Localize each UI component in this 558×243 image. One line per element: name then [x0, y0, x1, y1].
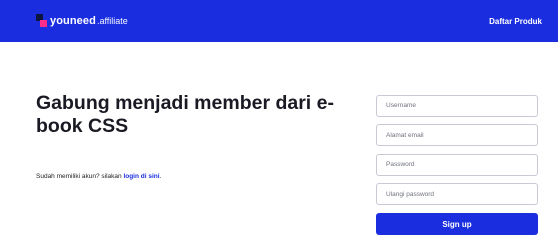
brand-suffix: .affiliate [96, 15, 128, 26]
login-link[interactable]: login di sini [123, 173, 159, 180]
login-prompt: Sudah memiliki akun? silakan login di si… [36, 173, 161, 180]
login-prompt-end: . [159, 173, 162, 180]
top-navbar: youneed .affiliate Daftar Produk [0, 0, 558, 42]
nav-link-daftar-produk[interactable]: Daftar Produk [489, 17, 542, 26]
signup-button[interactable]: Sign up [376, 213, 538, 235]
password-input[interactable] [376, 153, 538, 176]
username-input[interactable] [376, 94, 538, 117]
signup-form: Sign up [376, 94, 538, 235]
brand-name: youneed [50, 14, 96, 27]
email-input[interactable] [376, 124, 538, 146]
confirm-password-input[interactable] [376, 183, 538, 205]
logo-mark-icon [36, 14, 47, 27]
brand-logo[interactable]: youneed .affiliate [36, 14, 128, 27]
page-title: Gabung menjadi member dari e-book CSS [36, 92, 334, 137]
login-prompt-text: Sudah memiliki akun? silakan [36, 173, 124, 180]
